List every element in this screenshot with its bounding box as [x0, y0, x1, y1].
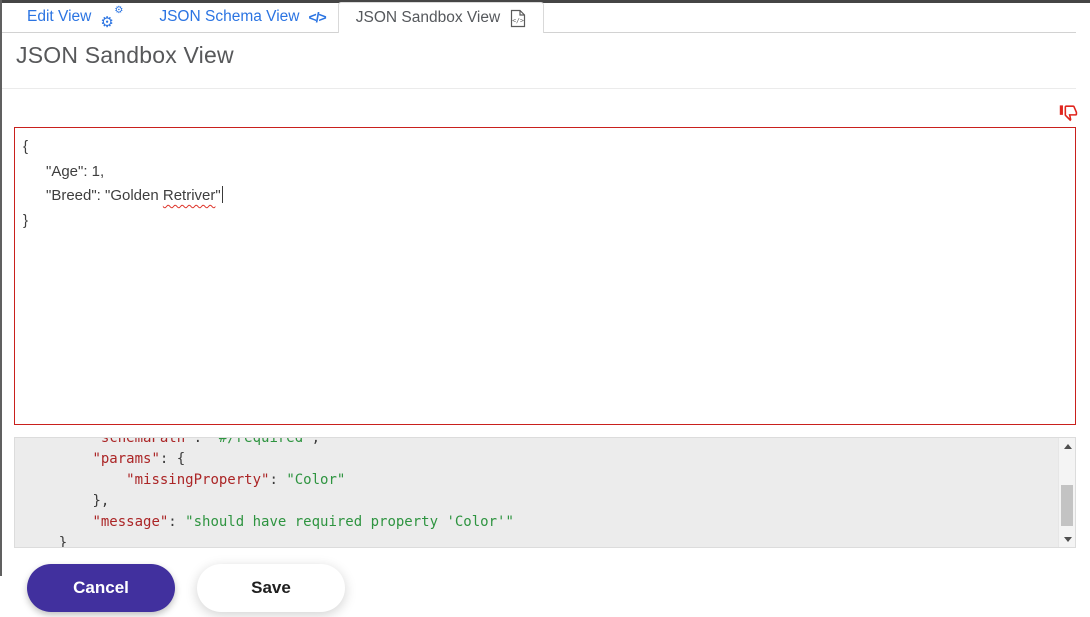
cancel-button[interactable]: Cancel: [27, 564, 175, 612]
left-edge-border: [0, 0, 2, 576]
tab-json-sandbox-view-label: JSON Sandbox View: [356, 9, 500, 27]
editor-open-brace: {: [23, 138, 28, 155]
gear-small-glyph: ⚙: [114, 6, 123, 16]
scrollbar-thumb[interactable]: [1061, 485, 1073, 526]
error-line: "missingProperty": "Color": [25, 470, 1075, 491]
tab-json-sandbox-view[interactable]: JSON Sandbox View </>: [338, 2, 544, 33]
tab-edit-view[interactable]: Edit View ⚙⚙: [27, 8, 123, 27]
editor-age-line: "Age": 1,: [46, 163, 104, 180]
error-line: },: [25, 491, 1075, 512]
editor-line: "Age": 1,: [23, 160, 1067, 185]
validation-status: [1059, 103, 1078, 122]
save-button[interactable]: Save: [197, 564, 345, 612]
editor-breed-suffix: ": [215, 187, 220, 204]
header-divider: [0, 88, 1076, 89]
tab-json-schema-view-label: JSON Schema View: [159, 8, 299, 26]
gears-icon: ⚙⚙: [100, 8, 123, 27]
view-tabbar: Edit View ⚙⚙ JSON Schema View </> JSON S…: [0, 0, 1090, 34]
error-line: "message": "should have required propert…: [25, 512, 1075, 533]
editor-line: "Breed": "Golden Retriver": [23, 184, 1067, 209]
editor-breed-prefix: "Breed": "Golden: [46, 187, 163, 204]
editor-line: {: [23, 135, 1067, 160]
file-code-icon: </>: [510, 9, 526, 28]
error-line: }: [25, 533, 1075, 548]
thumbs-down-icon: [1059, 103, 1078, 122]
svg-text:</>: </>: [512, 16, 524, 24]
misspelled-word: Retriver: [163, 187, 216, 204]
gear-large-glyph: ⚙: [100, 15, 113, 30]
code-icon: </>: [308, 9, 325, 25]
text-cursor: [222, 186, 223, 203]
editor-line: }: [23, 209, 1067, 234]
error-line: "schemaPath": "#/required",: [25, 437, 1075, 449]
scroll-down-button[interactable]: [1059, 531, 1076, 547]
tab-json-schema-view[interactable]: JSON Schema View </>: [159, 8, 325, 26]
error-panel-scrollbar[interactable]: [1058, 438, 1075, 547]
editor-close-brace: }: [23, 212, 28, 229]
page-title: JSON Sandbox View: [16, 42, 234, 69]
action-button-row: Cancel Save: [27, 564, 345, 612]
tab-edit-view-label: Edit View: [27, 8, 91, 26]
json-sandbox-page: Edit View ⚙⚙ JSON Schema View </> JSON S…: [0, 0, 1090, 617]
error-json-output: "schemaPath": "#/required", "params": { …: [15, 437, 1075, 548]
error-line: "params": {: [25, 449, 1075, 470]
scroll-up-button[interactable]: [1059, 438, 1076, 454]
triangle-up-icon: [1064, 444, 1072, 449]
json-editor[interactable]: { "Age": 1, "Breed": "Golden Retriver" }: [14, 127, 1076, 425]
validation-error-panel[interactable]: "schemaPath": "#/required", "params": { …: [14, 437, 1076, 548]
triangle-down-icon: [1064, 537, 1072, 542]
